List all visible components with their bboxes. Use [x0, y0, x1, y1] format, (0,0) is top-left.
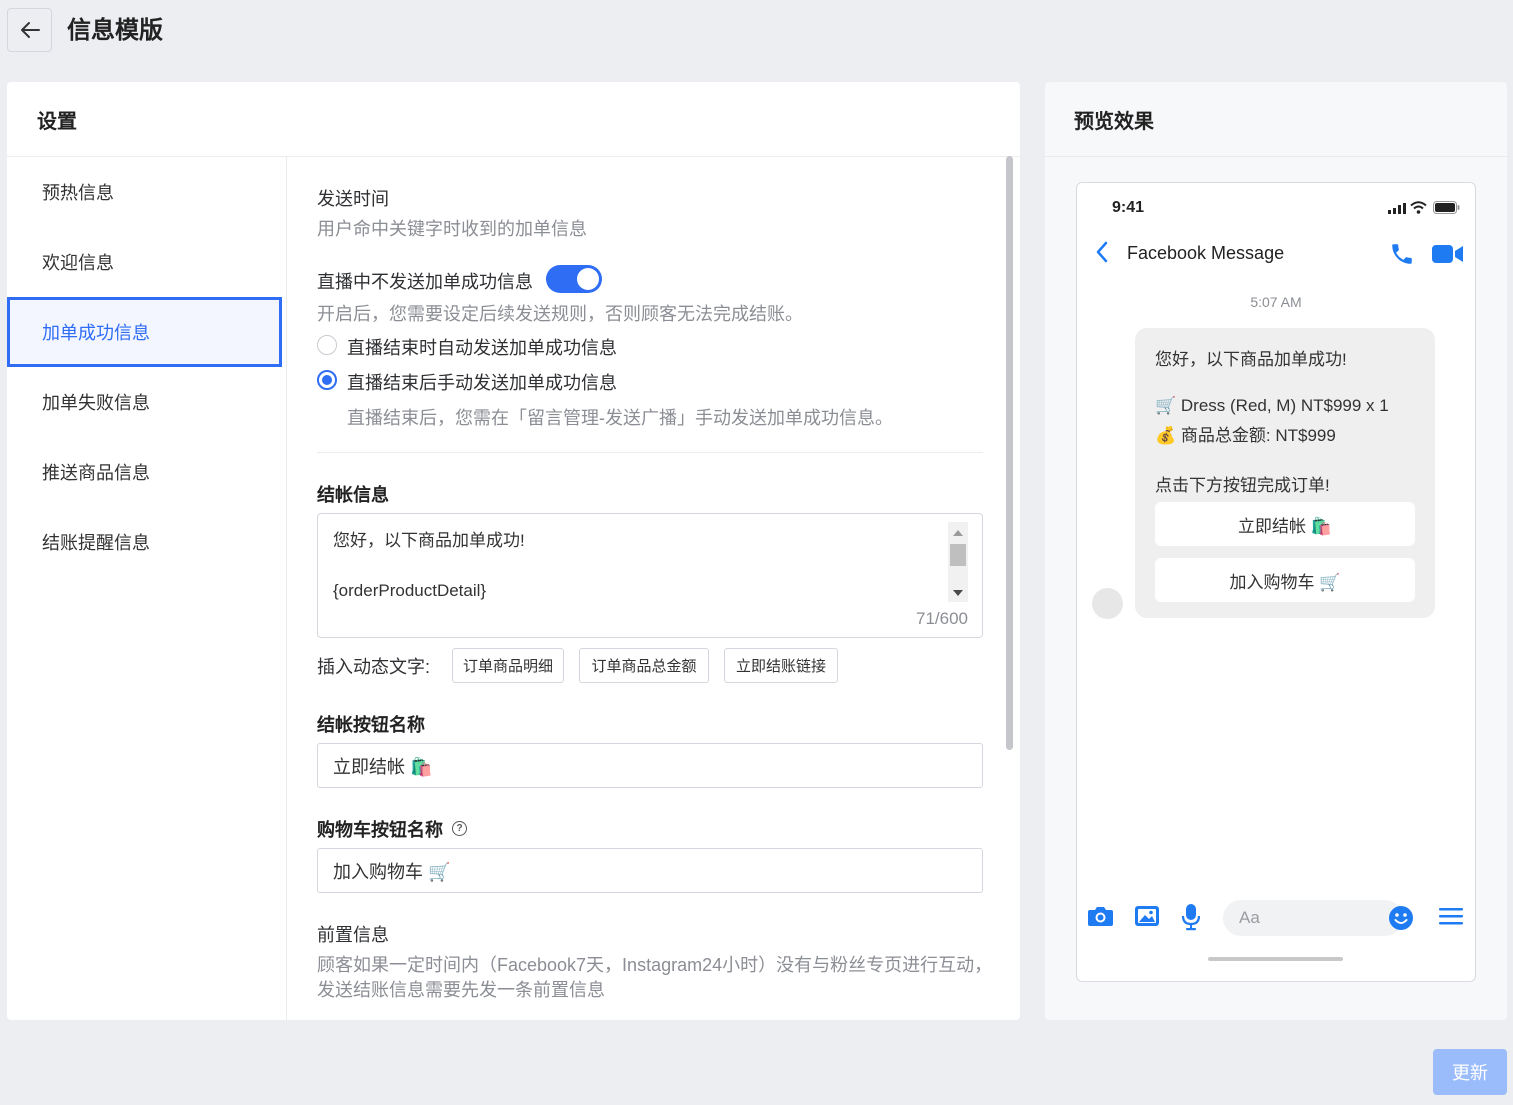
scroll-thumb[interactable] [950, 544, 966, 566]
send-time-desc: 用户命中关键字时收到的加单信息 [317, 219, 587, 239]
microphone-icon[interactable] [1181, 903, 1201, 931]
scroll-down-icon [953, 590, 963, 596]
settings-title: 设置 [7, 82, 1020, 157]
composer-placeholder: Aa [1239, 908, 1260, 927]
live-toggle-hint: 开启后，您需要设定后续发送规则，否则顾客无法完成结账。 [317, 304, 803, 324]
checkout-msg-textarea[interactable]: 您好，以下商品加单成功! {orderProductDetail} 71/600 [317, 513, 983, 638]
nav-item-add-fail[interactable]: 加单失败信息 [7, 367, 286, 437]
radio-manual-send[interactable] [317, 370, 337, 390]
nav-item-push-product[interactable]: 推送商品信息 [7, 437, 286, 507]
wifi-icon [1410, 201, 1427, 214]
chip-order-detail[interactable]: 订单商品明细 [452, 648, 564, 683]
settings-content: 发送时间 用户命中关键字时收到的加单信息 直播中不发送加单成功信息 开启后，您需… [317, 157, 983, 1020]
preview-title: 预览效果 [1045, 82, 1507, 157]
arrow-left-icon [20, 22, 40, 38]
nav-item-welcome[interactable]: 欢迎信息 [7, 227, 286, 297]
checkout-btn-input[interactable]: 立即结帐 🛍️ [317, 743, 983, 788]
bubble-line-1: 您好，以下商品加单成功! [1155, 350, 1347, 369]
toggle-knob [577, 268, 599, 290]
chevron-left-icon[interactable] [1095, 241, 1109, 263]
pre-msg-title: 前置信息 [317, 925, 389, 945]
radio-auto-send-label: 直播结束时自动发送加单成功信息 [347, 338, 617, 358]
gallery-icon[interactable] [1134, 905, 1160, 927]
home-indicator [1208, 957, 1343, 961]
checkout-btn-title: 结帐按钮名称 [317, 715, 425, 735]
insert-dynamic-label: 插入动态文字: [317, 657, 431, 677]
message-time: 5:07 AM [1250, 294, 1302, 310]
settings-card: 设置 预热信息 欢迎信息 加单成功信息 加单失败信息 推送商品信息 结账提醒信息… [7, 82, 1020, 1020]
cart-btn-input[interactable]: 加入购物车 🛒 [317, 848, 983, 893]
nav-item-checkout-reminder[interactable]: 结账提醒信息 [7, 507, 286, 577]
checkout-msg-title: 结帐信息 [317, 485, 389, 505]
radio-manual-send-label: 直播结束后手动发送加单成功信息 [347, 373, 617, 393]
back-button[interactable] [7, 8, 52, 52]
avatar [1092, 588, 1123, 619]
chip-order-total[interactable]: 订单商品总金额 [579, 648, 709, 683]
video-call-icon[interactable] [1432, 243, 1464, 265]
message-bubble: 您好，以下商品加单成功! 🛒 Dress (Red, M) NT$999 x 1… [1135, 328, 1435, 618]
status-time: 9:41 [1112, 199, 1145, 216]
pre-msg-desc-2: 发送结账信息需要先发一条前置信息 [317, 980, 605, 1000]
message-type-nav: 预热信息 欢迎信息 加单成功信息 加单失败信息 推送商品信息 结账提醒信息 [7, 157, 287, 1020]
bubble-line-2: 🛒 Dress (Red, M) NT$999 x 1 [1155, 396, 1389, 415]
chat-title: Facebook Message [1127, 243, 1285, 263]
char-counter: 71/600 [916, 609, 968, 628]
bubble-line-4: 点击下方按钮完成订单! [1155, 476, 1330, 495]
textarea-scrollbar[interactable] [948, 522, 968, 602]
emoji-icon[interactable] [1388, 905, 1414, 931]
question-circle-icon[interactable]: ? [452, 821, 467, 836]
pre-msg-desc-1: 顾客如果一定时间内（Facebook7天，Instagram24小时）没有与粉丝… [317, 955, 983, 975]
preview-card: 预览效果 9:41 Facebook Message 5:07 AM 您好，以下… [1045, 82, 1507, 1020]
page-title: 信息模版 [67, 17, 163, 44]
battery-icon [1433, 201, 1460, 214]
preview-checkout-button[interactable]: 立即结帐 🛍️ [1155, 502, 1415, 546]
update-button[interactable]: 更新 [1433, 1049, 1507, 1095]
phone-call-icon[interactable] [1389, 241, 1415, 267]
scroll-up-icon [953, 530, 963, 536]
live-toggle-label: 直播中不发送加单成功信息 [317, 272, 533, 292]
message-composer[interactable]: Aa [1223, 900, 1413, 936]
radio-auto-send[interactable] [317, 335, 337, 355]
section-divider [317, 452, 983, 453]
bubble-line-3: 💰 商品总金额: NT$999 [1155, 426, 1336, 445]
preview-cart-button[interactable]: 加入购物车 🛒 [1155, 558, 1415, 602]
checkout-msg-line-1: 您好，以下商品加单成功! [333, 531, 525, 550]
radio-manual-hint: 直播结束后，您需在「留言管理-发送广播」手动发送加单成功信息。 [347, 408, 893, 428]
chip-checkout-link[interactable]: 立即结账链接 [724, 648, 838, 683]
send-time-title: 发送时间 [317, 189, 389, 209]
nav-item-add-success[interactable]: 加单成功信息 [7, 297, 282, 367]
content-scrollbar[interactable] [1006, 156, 1013, 750]
phone-mockup: 9:41 Facebook Message 5:07 AM 您好，以下商品加单成… [1076, 182, 1476, 982]
signal-icon [1388, 203, 1406, 214]
nav-item-preheat[interactable]: 预热信息 [7, 157, 286, 227]
checkout-msg-line-2: {orderProductDetail} [333, 581, 487, 600]
live-no-send-toggle[interactable] [546, 265, 602, 293]
menu-icon[interactable] [1439, 907, 1463, 926]
camera-icon[interactable] [1087, 905, 1114, 927]
cart-btn-title: 购物车按钮名称 [317, 820, 443, 840]
